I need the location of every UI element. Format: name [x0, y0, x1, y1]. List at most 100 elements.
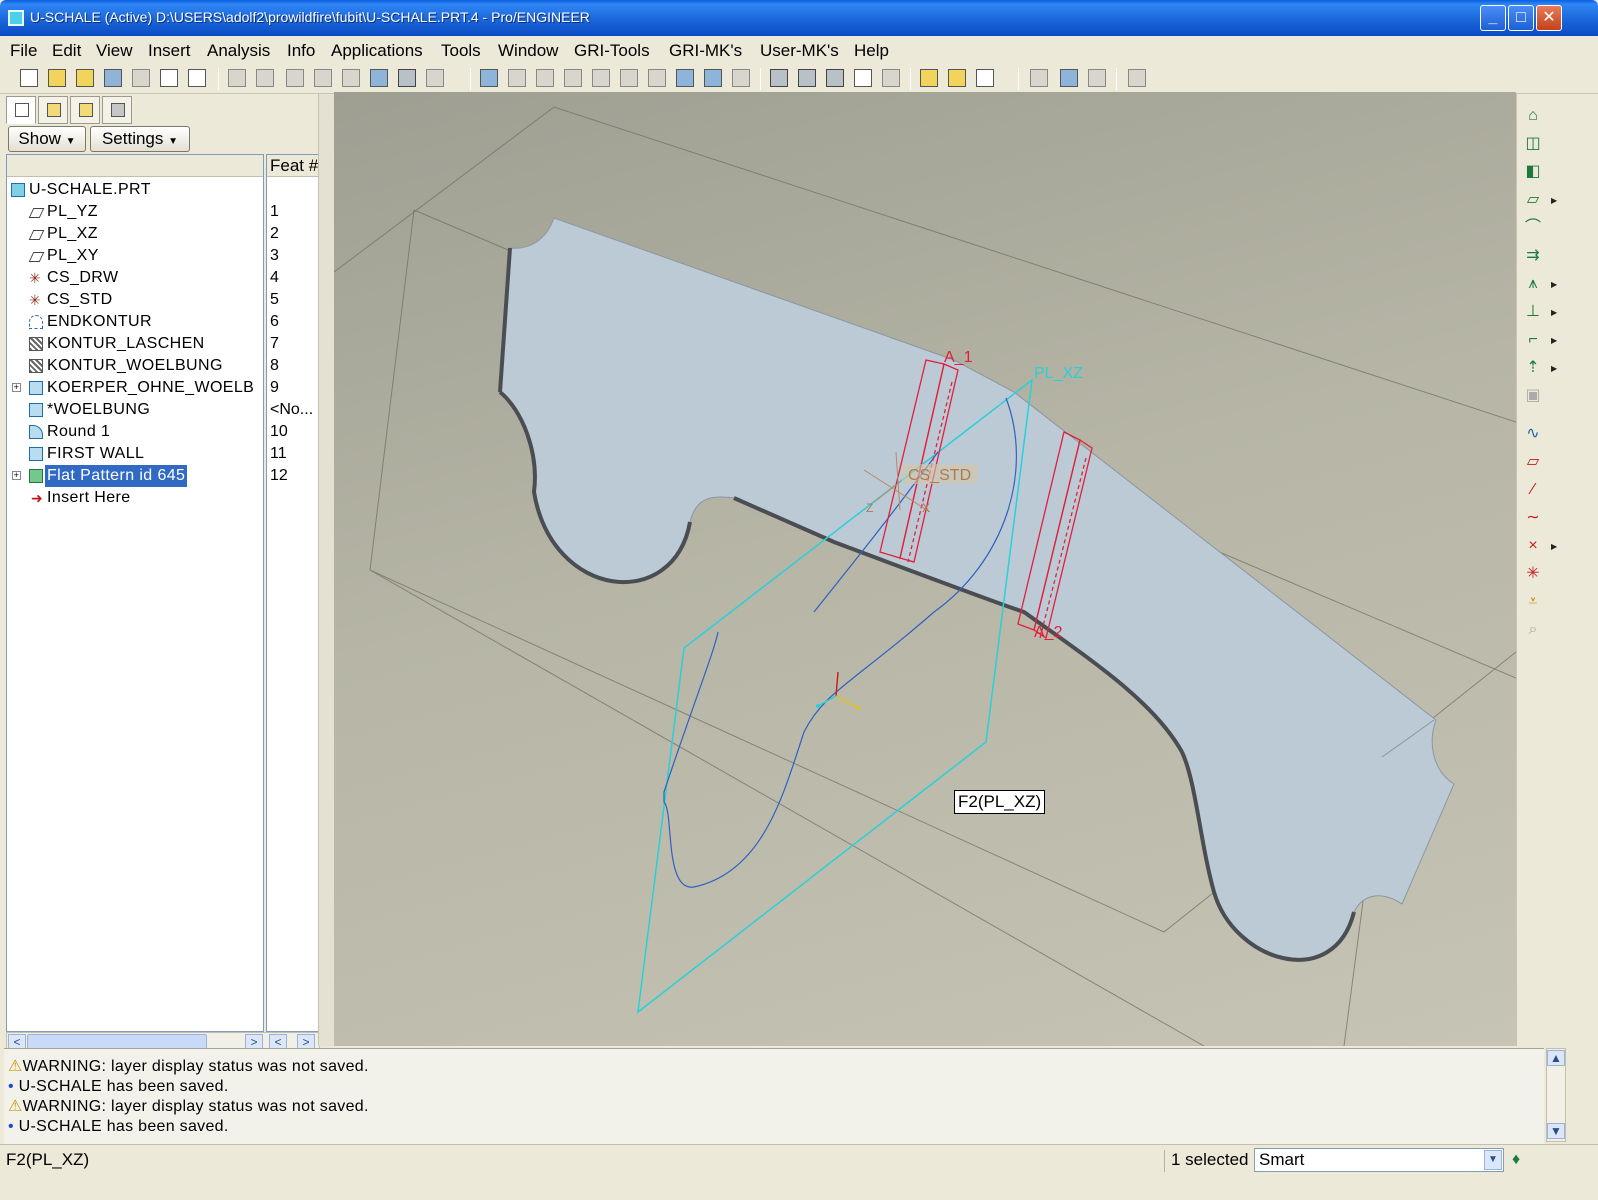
tree-row-pl-xz[interactable]: PL_XZ [7, 223, 263, 245]
csys-icon[interactable] [1030, 69, 1048, 87]
datum-plane-tool-icon[interactable]: ▱ [1523, 452, 1543, 472]
chevron-down-icon[interactable]: ▼ [1484, 1150, 1502, 1170]
context-help-icon[interactable] [1128, 69, 1146, 87]
menu-applications[interactable]: Applications [331, 41, 423, 61]
panel-sash[interactable] [318, 94, 334, 1046]
regenerate-icon[interactable] [370, 69, 388, 87]
feat-column-header[interactable]: Feat # [267, 155, 319, 177]
settings-button[interactable]: Settings ▼ [90, 126, 190, 152]
menu-analysis[interactable]: Analysis [207, 41, 270, 61]
tab-model-tree[interactable] [6, 96, 36, 124]
tree-row-woelbung[interactable]: *WOELBUNG [7, 399, 263, 421]
scroll-up-icon[interactable]: ▲ [1547, 1050, 1565, 1066]
refit-icon[interactable] [592, 69, 610, 87]
close-window-icon[interactable] [1088, 69, 1106, 87]
menu-gri-mks[interactable]: GRI-MK's [669, 41, 742, 61]
zoom-in-icon[interactable] [536, 69, 554, 87]
save-icon[interactable] [104, 69, 122, 87]
round-icon[interactable]: ⌒ [1523, 218, 1543, 238]
tree-row-first-wall[interactable]: FIRST WALL [7, 443, 263, 465]
menu-user-mks[interactable]: User-MK's [760, 41, 839, 61]
tree-row-kontur-woelbung[interactable]: KONTUR_WOELBUNG [7, 355, 263, 377]
menu-insert[interactable]: Insert [148, 41, 191, 61]
no-hidden-icon[interactable] [798, 69, 816, 87]
offset-icon[interactable]: ⇡ ▶ [1523, 358, 1557, 378]
graphics-window[interactable]: A_1 A_2 PL_XZ CS_STD Z X F2(PL_XZ) [334, 92, 1516, 1046]
redo-icon[interactable] [256, 69, 274, 87]
expand-icon[interactable]: + [12, 383, 21, 392]
tree-row-insert-here[interactable]: ➜ Insert Here [7, 487, 263, 509]
copy-icon[interactable] [286, 69, 304, 87]
menu-gri-tools[interactable]: GRI-Tools [574, 41, 650, 61]
menu-view[interactable]: View [96, 41, 133, 61]
extend-icon[interactable]: ⩚ ▶ [1523, 274, 1557, 294]
print-icon[interactable] [132, 69, 150, 87]
tree-row-kontur-laschen[interactable]: KONTUR_LASCHEN [7, 333, 263, 355]
rib-icon[interactable]: ◧ [1523, 162, 1543, 182]
zoom-out-icon[interactable] [564, 69, 582, 87]
menu-info[interactable]: Info [287, 41, 315, 61]
axis-label-a2[interactable]: A_2 [1034, 624, 1063, 641]
undo-icon[interactable] [228, 69, 246, 87]
menu-window[interactable]: Window [498, 41, 558, 61]
selection-filter[interactable]: Smart ▼ [1254, 1148, 1504, 1172]
hole-icon[interactable]: ⌂ [1523, 106, 1543, 126]
reorient-icon[interactable] [620, 69, 638, 87]
tree-row-part[interactable]: U-SCHALE.PRT [7, 179, 263, 201]
menu-edit[interactable]: Edit [52, 41, 81, 61]
tree-row-cs-std[interactable]: ✳ CS_STD [7, 289, 263, 311]
message-scrollbar[interactable]: ▲ ▼ [1546, 1048, 1566, 1142]
datum-axes-icon[interactable] [948, 69, 966, 87]
select-box-icon[interactable] [426, 69, 444, 87]
expand-icon[interactable]: + [12, 471, 21, 480]
sketch-tool-icon[interactable]: ∿ [1523, 424, 1543, 444]
saved-views-icon[interactable] [648, 69, 666, 87]
paste-icon[interactable] [314, 69, 332, 87]
spin-center-icon[interactable] [882, 69, 900, 87]
axis-label-a1[interactable]: A_1 [944, 349, 973, 366]
shading-active-icon[interactable] [854, 69, 872, 87]
tree-row-endkontur[interactable]: ENDKONTUR [7, 311, 263, 333]
tree-row-koerper[interactable]: + KOERPER_OHNE_WOELB [7, 377, 263, 399]
close-button[interactable]: ✕ [1536, 5, 1562, 31]
maximize-button[interactable]: □ [1508, 5, 1534, 31]
orient-icon[interactable] [508, 69, 526, 87]
tab-favorites[interactable] [70, 96, 100, 124]
open-icon[interactable] [48, 69, 66, 87]
scroll-down-icon[interactable]: ▼ [1547, 1123, 1565, 1139]
edit-icon[interactable] [188, 69, 206, 87]
analysis-tool-icon[interactable]: ⩡ [1523, 592, 1543, 612]
tree-row-pl-yz[interactable]: PL_YZ [7, 201, 263, 223]
hidden-line-icon[interactable] [770, 69, 788, 87]
open-recent-icon[interactable] [76, 69, 94, 87]
new-icon[interactable] [20, 69, 38, 87]
menu-file[interactable]: File [10, 41, 37, 61]
tab-folder-browser[interactable] [38, 96, 68, 124]
tab-connections[interactable] [102, 96, 132, 124]
datum-points-icon[interactable] [976, 69, 994, 87]
status-light-icon[interactable]: ♦ [1512, 1151, 1526, 1169]
datum-curve-tool-icon[interactable]: ∼ [1523, 508, 1543, 528]
layers-icon[interactable] [676, 69, 694, 87]
shading-icon[interactable] [826, 69, 844, 87]
minimize-button[interactable]: _ [1480, 5, 1506, 31]
show-button[interactable]: Show ▼ [8, 126, 86, 152]
datum-axis-tool-icon[interactable]: ⁄ [1523, 480, 1543, 500]
tree-row-pl-xy[interactable]: PL_XY [7, 245, 263, 267]
find-icon[interactable] [398, 69, 416, 87]
draft-icon[interactable]: ▱ ▶ [1523, 190, 1557, 210]
csys-label-cs-std[interactable]: CS_STD [908, 467, 971, 484]
tree-row-flat-pattern[interactable]: + Flat Pattern id 645 [7, 465, 263, 487]
tree-row-cs-drw[interactable]: ✳ CS_DRW [7, 267, 263, 289]
save-as-icon[interactable] [160, 69, 178, 87]
datum-point-tool-icon[interactable]: × ▶ [1523, 536, 1557, 556]
tree-row-round-1[interactable]: Round 1 [7, 421, 263, 443]
menu-help[interactable]: Help [854, 41, 889, 61]
view-manager-icon[interactable] [704, 69, 722, 87]
trim-icon[interactable]: ⌐ ▶ [1523, 330, 1557, 350]
csys-tool-icon[interactable]: ✳ [1523, 564, 1543, 584]
cosmetic-icon[interactable]: ⌕ [1523, 620, 1543, 640]
merge-icon[interactable]: ⊥ ▶ [1523, 302, 1557, 322]
wireframe-icon[interactable] [732, 69, 750, 87]
chamfer-icon[interactable]: ⇉ [1523, 246, 1543, 266]
